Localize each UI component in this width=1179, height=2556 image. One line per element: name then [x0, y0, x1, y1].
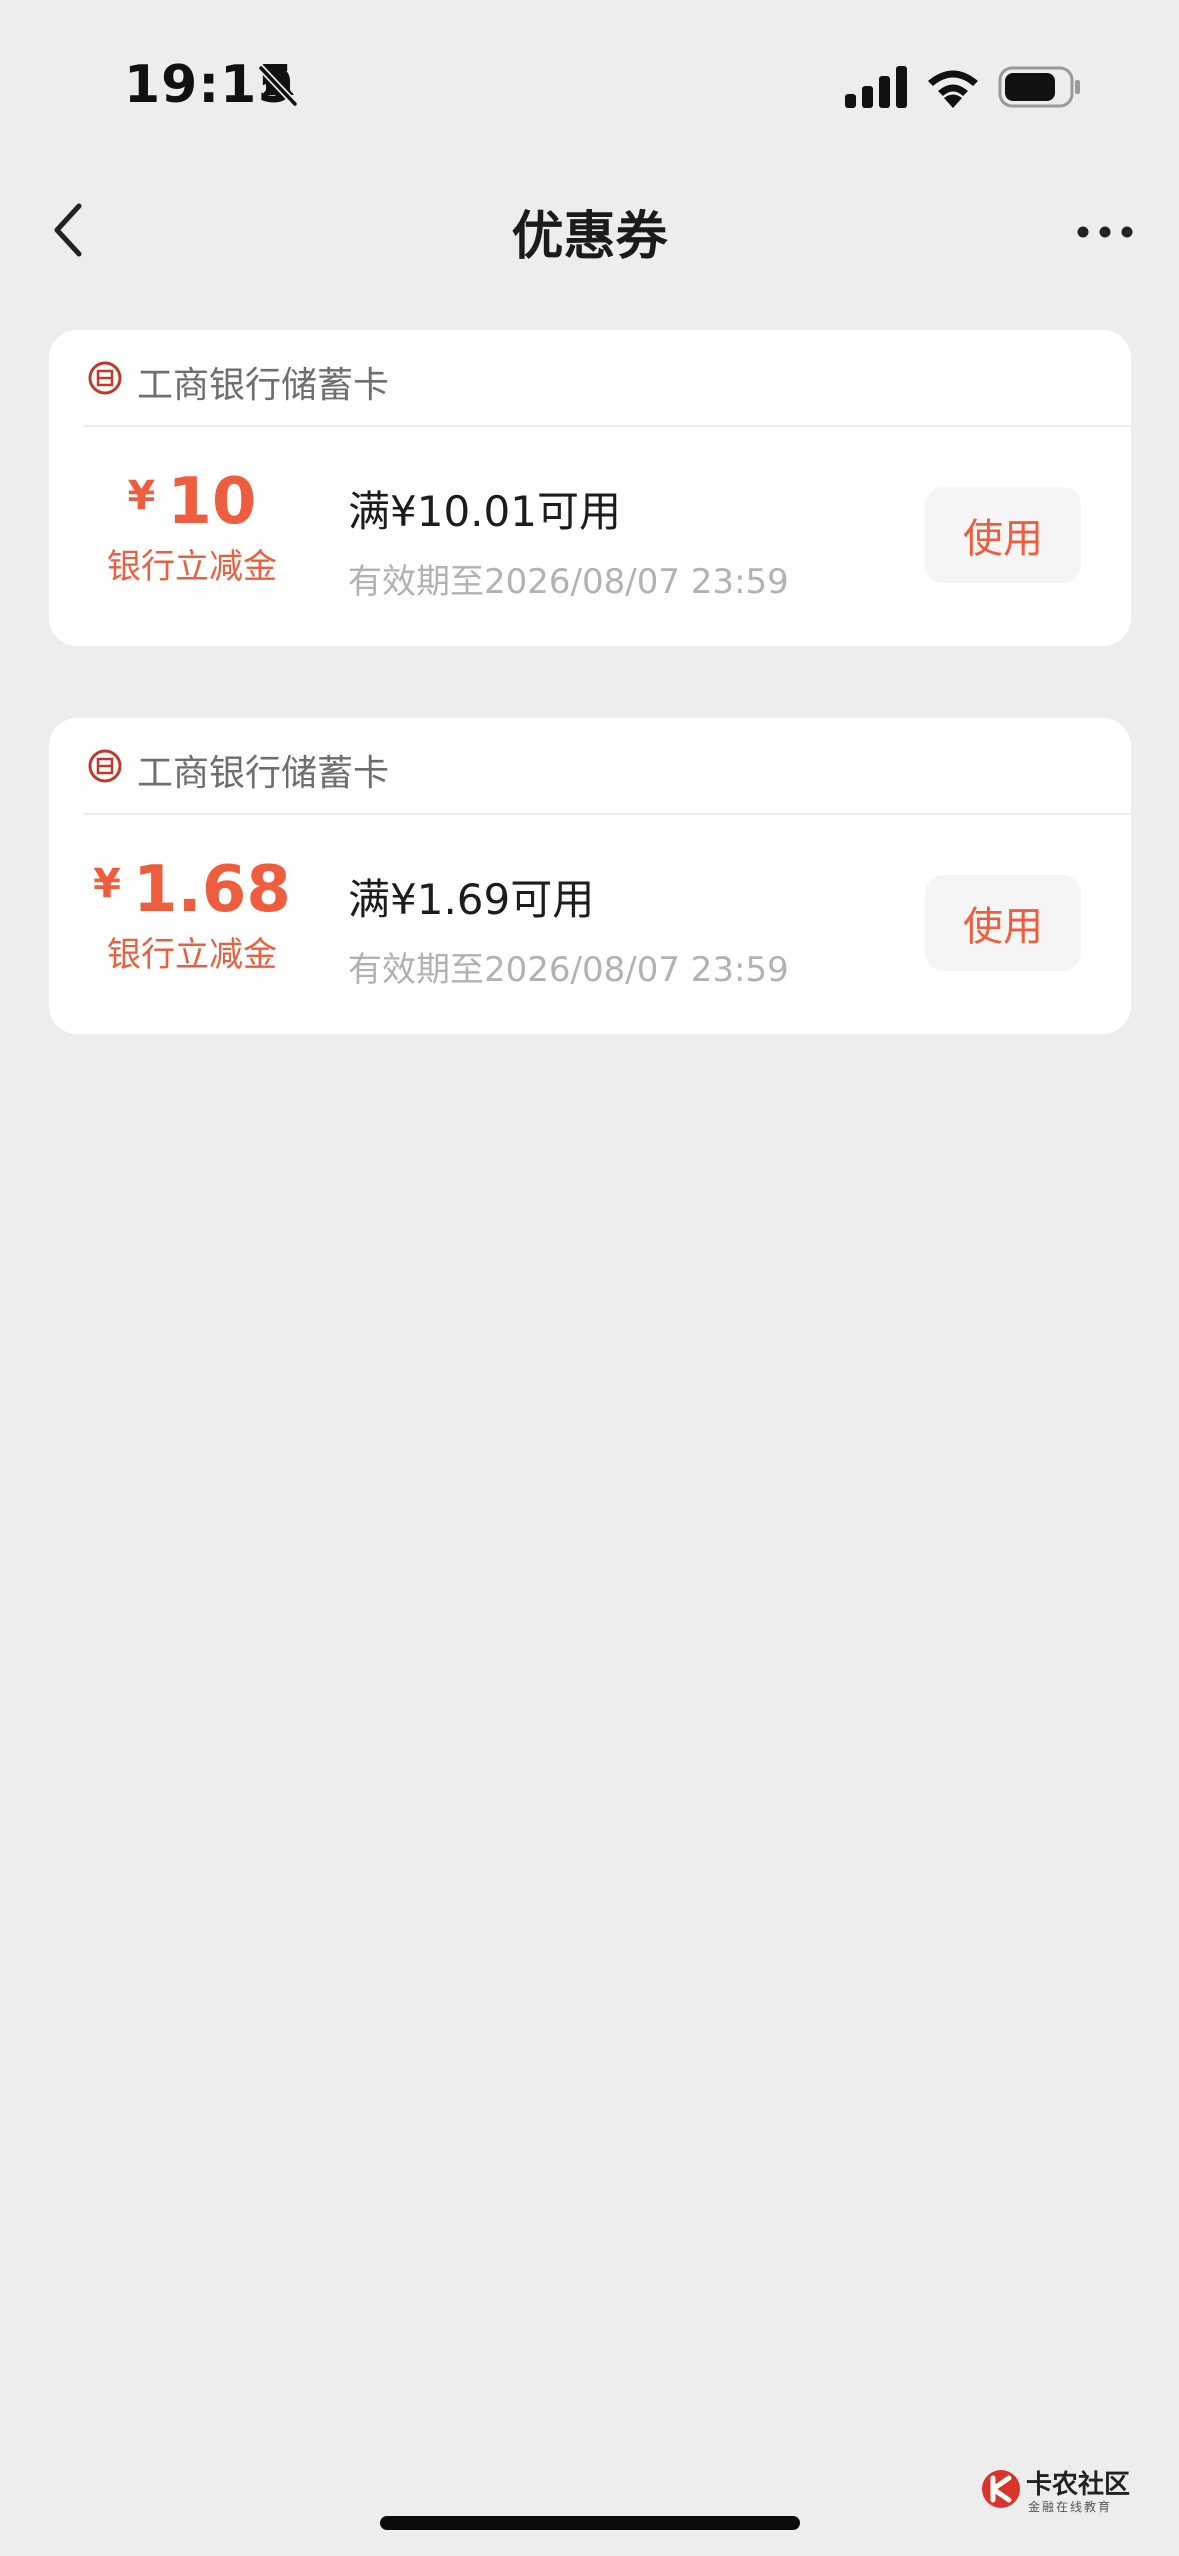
currency-symbol: ¥: [93, 861, 121, 907]
bank-name: 工商银行储蓄卡: [137, 365, 390, 406]
coupon-amount: ¥10 银行立减金: [49, 460, 335, 592]
home-indicator[interactable]: [380, 2516, 800, 2530]
use-button[interactable]: 使用: [925, 487, 1081, 583]
amount-number: 1.68: [132, 853, 291, 927]
card-divider: [84, 813, 1131, 815]
coupon-card: 工商银行储蓄卡 ¥10 银行立减金 满¥10.01可用 有效期至2026/08/…: [49, 330, 1131, 646]
watermark: 卡农社区 金融在线教育: [980, 2462, 1140, 2522]
icbc-logo-icon: [88, 361, 122, 395]
card-divider: [84, 425, 1131, 427]
page-title: 优惠券: [511, 207, 668, 267]
coupon-expiry: 有效期至2026/08/07 23:59: [348, 562, 789, 602]
use-button[interactable]: 使用: [925, 875, 1081, 971]
amount-label: 银行立减金: [107, 935, 277, 975]
amount-value: ¥1.68: [49, 848, 335, 926]
coupon-amount: ¥1.68 银行立减金: [49, 848, 335, 980]
icbc-logo-icon: [88, 749, 122, 783]
status-bar: 19:15: [0, 0, 1179, 170]
amount-label: 银行立减金: [107, 547, 277, 587]
amount-number: 10: [167, 465, 257, 539]
more-dots-icon: [1077, 226, 1133, 238]
kanong-logo-icon: [982, 2470, 1020, 2508]
coupon-card-header: 工商银行储蓄卡: [49, 330, 1131, 426]
coupon-condition: 满¥10.01可用: [348, 487, 621, 536]
bank-name: 工商银行储蓄卡: [137, 753, 390, 794]
amount-value: ¥10: [49, 460, 335, 538]
coupon-card: 工商银行储蓄卡 ¥1.68 银行立减金 满¥1.69可用 有效期至2026/08…: [49, 718, 1131, 1034]
watermark-title: 卡农社区: [1026, 2470, 1131, 2500]
wifi-icon: [928, 70, 978, 108]
currency-symbol: ¥: [127, 473, 156, 519]
battery-icon: [998, 66, 1080, 108]
navigation-bar: 优惠券: [0, 170, 1179, 290]
cellular-signal-icon: [845, 66, 907, 108]
coupon-condition: 满¥1.69可用: [348, 875, 595, 924]
coupon-card-header: 工商银行储蓄卡: [49, 718, 1131, 814]
watermark-subtitle: 金融在线教育: [1028, 2500, 1113, 2514]
more-button[interactable]: [1065, 192, 1145, 272]
coupon-expiry: 有效期至2026/08/07 23:59: [348, 950, 789, 990]
bell-slash-icon: [257, 64, 299, 108]
